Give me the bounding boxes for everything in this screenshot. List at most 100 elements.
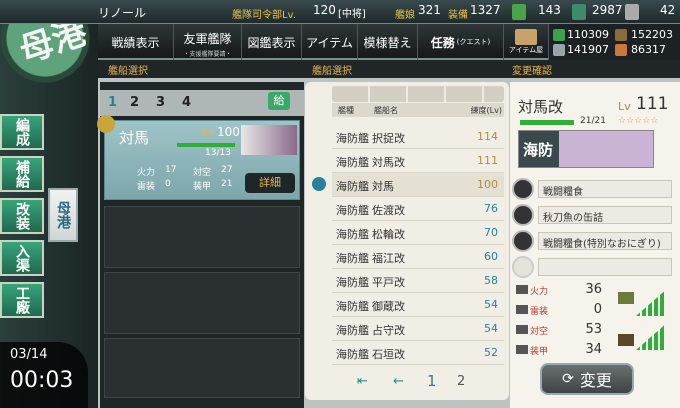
row-lv: 100 <box>477 178 498 191</box>
fleet-tab-4[interactable]: 4 <box>182 95 191 110</box>
row-name: 平戸改 <box>372 276 405 289</box>
menu-album[interactable]: 図鑑表示 <box>242 24 302 60</box>
screw-count: 42 <box>660 3 676 17</box>
detail-hp: 21/21 <box>580 116 606 126</box>
ration-icon <box>512 204 534 226</box>
change-button[interactable]: ⟳ 変更 <box>540 363 634 395</box>
stat-value: 36 <box>585 282 602 297</box>
first-page-icon[interactable]: ⇤ <box>357 374 368 389</box>
sidebar-item-repair[interactable]: 入渠 <box>0 240 44 276</box>
ar-label: 装甲 <box>193 182 212 192</box>
return-port-button[interactable]: 母港 <box>48 188 78 242</box>
dev-material-count: 2987 <box>592 3 623 17</box>
detail-lv-label: Lv <box>618 100 631 113</box>
fleet-ship-card[interactable]: 対馬 Lv 100 13/13 火力 17 対空 27 雷装 0 装甲 21 詳… <box>97 115 300 200</box>
list-item-selected[interactable]: 海防艦 対馬 100 <box>312 173 504 197</box>
tp-label: 雷装 <box>137 182 156 192</box>
row-type: 海防艦 <box>336 300 369 313</box>
rank-label: [中将] <box>338 9 366 20</box>
empty-slot[interactable] <box>104 206 300 268</box>
sidebar-item-organize[interactable]: 編成 <box>0 114 44 150</box>
stat-value: 53 <box>585 322 602 337</box>
list-column-header: 艦種 艦船名 練度(Lv) <box>332 103 504 117</box>
equipment-slot[interactable]: 戦闘糧食 <box>512 178 672 200</box>
list-item[interactable]: 海防艦 石垣改 52 <box>332 341 504 365</box>
stat-label: 装甲 <box>530 347 549 357</box>
sidebar-item-remodel[interactable]: 改装 <box>0 198 44 234</box>
change-button-label: 変更 <box>579 371 612 390</box>
menu-furniture[interactable]: 模様替え <box>358 24 418 60</box>
fleet-header: 艦船選択 <box>108 66 148 77</box>
menu-bar: 戦績表示 友軍艦隊 ・支援艦隊要請・ 図鑑表示 アイテム 模様替え 任務 (クエ… <box>98 24 548 60</box>
sidebar-item-arsenal[interactable]: 工廠 <box>0 282 44 318</box>
equipment-name: 戦闘糧食 <box>538 180 672 198</box>
detail-header: 変更確認 <box>512 66 552 77</box>
row-name: 対馬改 <box>372 156 405 169</box>
ship-portrait <box>241 125 297 155</box>
row-type: 海防艦 <box>336 348 369 361</box>
col-lv: 練度(Lv) <box>470 106 502 115</box>
row-type: 海防艦 <box>336 324 369 337</box>
equipment-slot[interactable]: 秋刀魚の缶詰 <box>512 204 672 226</box>
stat-label: 雷装 <box>530 307 549 317</box>
row-lv: 52 <box>484 346 498 359</box>
fleet-tab-1[interactable]: 1 <box>108 95 117 110</box>
page-1[interactable]: 1 <box>427 372 437 390</box>
prev-page-icon[interactable]: ← <box>393 374 404 389</box>
menu-friend-fleet[interactable]: 友軍艦隊 ・支援艦隊要請・ <box>174 24 242 60</box>
player-name: リノール <box>98 6 147 20</box>
list-item[interactable]: 海防艦 占守改 54 <box>332 317 504 341</box>
menu-records[interactable]: 戦績表示 <box>98 24 174 60</box>
equipment-slot-empty[interactable] <box>512 256 672 278</box>
empty-slot[interactable] <box>104 272 300 334</box>
bucket-count: 143 <box>538 3 561 17</box>
fleet-tab-3[interactable]: 3 <box>156 95 165 110</box>
ship-lv-label: Lv <box>203 127 215 138</box>
list-item[interactable]: 海防艦 福江改 60 <box>332 245 504 269</box>
row-lv: 76 <box>484 202 498 215</box>
equipment-slot[interactable]: 戦闘糧食(特別なおにぎり) <box>512 230 672 252</box>
armor-icon <box>516 345 528 354</box>
row-lv: 58 <box>484 274 498 287</box>
equip-count: 1327 <box>470 3 501 17</box>
menu-quest-label: 任務 <box>430 35 455 50</box>
bauxite-icon <box>615 44 627 56</box>
menu-friend-fleet-label: 友軍艦隊 <box>183 31 232 46</box>
col-type: 艦種 <box>338 106 354 115</box>
row-name: 占守改 <box>372 324 405 337</box>
ration-icon <box>512 178 534 200</box>
list-item[interactable]: 海防艦 御蔵改 54 <box>332 293 504 317</box>
clock-date: 03/14 <box>10 347 48 362</box>
ammo-crate-icon <box>618 292 634 304</box>
empty-slot[interactable] <box>104 338 300 398</box>
menu-quest[interactable]: 任務 (クエスト) <box>418 24 504 60</box>
ships-count: 321 <box>418 3 441 17</box>
list-item[interactable]: 海防艦 佐渡改 76 <box>332 197 504 221</box>
fleet-tab-2[interactable]: 2 <box>130 95 139 110</box>
fuel-icon <box>553 29 565 41</box>
row-lv: 54 <box>484 322 498 335</box>
in-fleet-icon <box>312 177 326 191</box>
stat-label: 対空 <box>530 327 549 337</box>
menu-shop[interactable]: アイテム屋 <box>504 24 548 60</box>
detail-button[interactable]: 詳細 <box>245 173 295 193</box>
col-name: 艦船名 <box>374 106 398 115</box>
supply-badge[interactable]: 給 <box>268 92 290 110</box>
fuel-value: 110309 <box>567 28 609 41</box>
ration-icon <box>512 230 534 252</box>
fp-label: 火力 <box>137 168 156 178</box>
steel-value: 141907 <box>567 43 609 56</box>
side-portal: 母港 編成 補給 改装 入渠 工廠 母港 03/14 00:03 <box>0 0 98 408</box>
tp-value: 0 <box>165 179 171 189</box>
list-item[interactable]: 海防艦 松輪改 70 <box>332 221 504 245</box>
list-item[interactable]: 海防艦 平戸改 58 <box>332 269 504 293</box>
refresh-icon: ⟳ <box>562 371 574 387</box>
row-name: 松輪改 <box>372 228 405 241</box>
sidebar-item-supply[interactable]: 補給 <box>0 156 44 192</box>
page-2[interactable]: 2 <box>457 374 465 389</box>
menu-items[interactable]: アイテム <box>302 24 358 60</box>
list-item[interactable]: 海防艦 対馬改 111 <box>332 149 504 173</box>
equipment-name: 戦闘糧食(特別なおにぎり) <box>538 232 672 250</box>
list-item[interactable]: 海防艦 択捉改 114 <box>332 125 504 149</box>
row-type: 海防艦 <box>336 204 369 217</box>
